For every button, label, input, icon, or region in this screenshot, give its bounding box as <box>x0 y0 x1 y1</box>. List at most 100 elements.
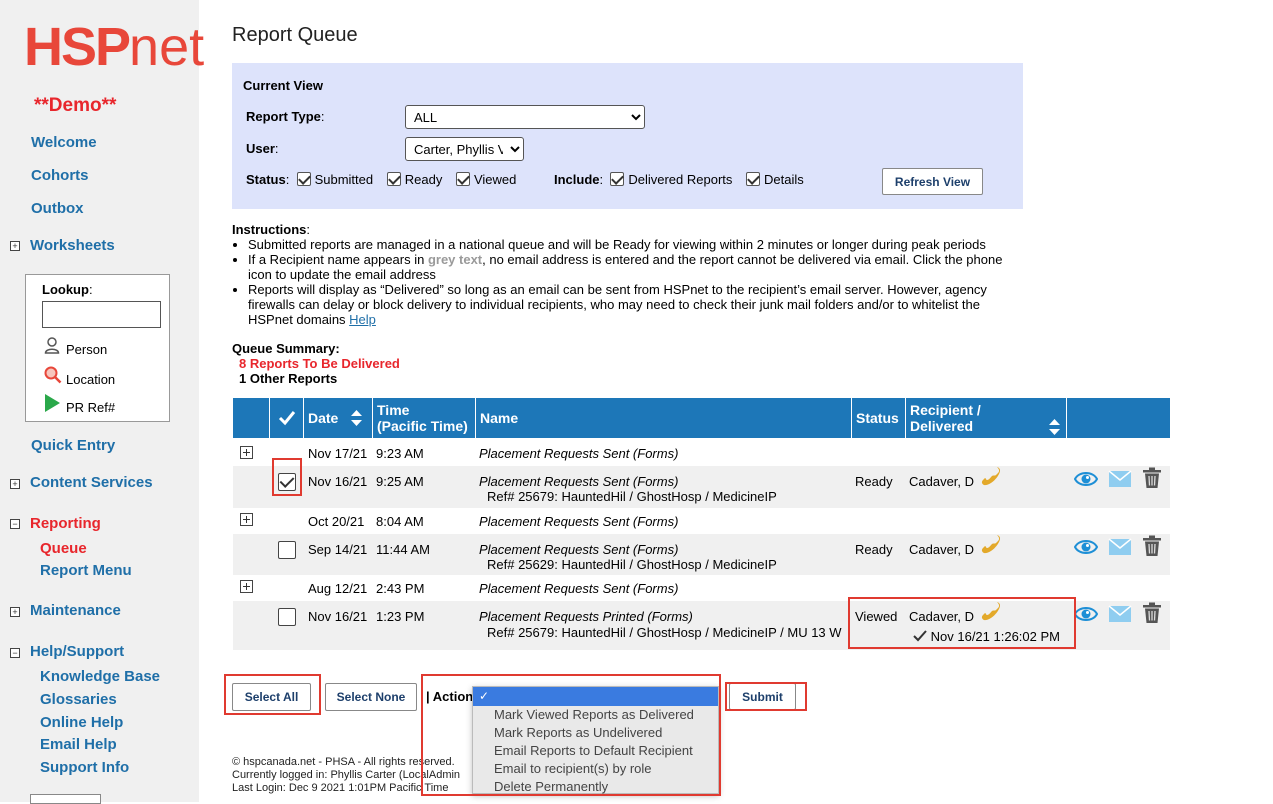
status-filter-row: Status: Submitted Ready Viewed Include: … <box>246 172 804 187</box>
row-date: Nov 17/21 <box>308 446 368 461</box>
status-viewed[interactable]: Viewed <box>455 172 517 187</box>
header-delivered-label: Delivered <box>910 418 974 434</box>
status-viewed-label: Viewed <box>473 172 517 187</box>
nav-outbox[interactable]: Outbox <box>31 200 84 217</box>
select-all-button[interactable]: Select All <box>232 683 311 711</box>
row-time: 9:25 AM <box>376 474 424 489</box>
lookup-person-label: Person <box>66 342 108 357</box>
include-delivered-checkbox[interactable] <box>610 172 625 186</box>
row-recipient: Cadaver, D <box>909 542 975 557</box>
phone-icon[interactable] <box>981 601 1001 621</box>
table-row: Oct 20/21 8:04 AM Placement Requests Sen… <box>233 508 1170 534</box>
current-view-heading: Current View <box>243 78 323 93</box>
row-select-checkbox[interactable] <box>278 473 296 491</box>
collapse-reporting-icon[interactable]: − <box>10 519 20 529</box>
expand-row-icon[interactable] <box>240 513 253 526</box>
expand-worksheets-icon[interactable]: + <box>10 241 20 251</box>
email-icon[interactable] <box>1108 603 1132 625</box>
help-link[interactable]: Help <box>349 312 376 327</box>
row-status: Ready <box>855 474 893 489</box>
table-row: Nov 16/21 1:23 PM Placement Requests Pri… <box>233 601 1170 650</box>
option-email-default-recipient[interactable]: Email Reports to Default Recipient <box>494 743 693 758</box>
include-details-checkbox[interactable] <box>746 172 761 186</box>
trash-icon[interactable] <box>1140 602 1164 624</box>
nav-knowledge-base[interactable]: Knowledge Base <box>40 668 160 685</box>
include-delivered[interactable]: Delivered Reports <box>610 172 732 187</box>
option-mark-viewed-delivered[interactable]: Mark Viewed Reports as Delivered <box>494 707 694 722</box>
lookup-person[interactable]: Person <box>44 337 107 357</box>
submit-button[interactable]: Submit <box>729 683 796 710</box>
expand-row-icon[interactable] <box>240 446 253 459</box>
option-email-by-role[interactable]: Email to recipient(s) by role <box>494 761 652 776</box>
email-icon[interactable] <box>1108 468 1132 490</box>
nav-queue[interactable]: Queue <box>40 540 87 557</box>
nav-help-support[interactable]: Help/Support <box>30 643 124 660</box>
location-search-icon <box>44 366 66 387</box>
option-mark-undelivered[interactable]: Mark Reports as Undelivered <box>494 725 662 740</box>
footer-logged-in: Currently logged in: Phyllis Carter (Loc… <box>232 769 461 781</box>
phone-icon[interactable] <box>981 466 1001 486</box>
eye-icon[interactable] <box>1074 536 1098 558</box>
row-name: Placement Requests Sent (Forms) <box>479 542 679 557</box>
eye-icon[interactable] <box>1074 468 1098 490</box>
row-select-checkbox[interactable] <box>278 608 296 626</box>
refresh-view-button[interactable]: Refresh View <box>882 168 983 195</box>
option-delete-permanently[interactable]: Delete Permanently <box>494 779 608 794</box>
header-expand-col <box>233 398 269 438</box>
nav-reporting[interactable]: Reporting <box>30 515 101 532</box>
expand-row-icon[interactable] <box>240 580 253 593</box>
nav-report-menu[interactable]: Report Menu <box>40 562 132 579</box>
status-submitted-label: Submitted <box>314 172 374 187</box>
report-type-label: Report Type <box>246 109 321 124</box>
nav-cohorts[interactable]: Cohorts <box>31 167 89 184</box>
action-dropdown-menu[interactable]: ✓ Mark Viewed Reports as Delivered Mark … <box>472 686 719 794</box>
nav-maintenance[interactable]: Maintenance <box>30 602 121 619</box>
nav-worksheets[interactable]: Worksheets <box>30 237 115 254</box>
row-date: Nov 16/21 <box>308 474 368 489</box>
row-time: 8:04 AM <box>376 514 424 529</box>
expand-content-services-icon[interactable]: + <box>10 479 20 489</box>
demo-label: **Demo** <box>34 95 117 116</box>
nav-glossaries[interactable]: Glossaries <box>40 691 117 708</box>
header-select-all-check[interactable] <box>269 398 303 438</box>
select-none-button[interactable]: Select None <box>325 683 417 711</box>
dropdown-selected-blank[interactable]: ✓ <box>473 687 718 706</box>
nav-welcome[interactable]: Welcome <box>31 134 97 151</box>
header-date[interactable]: Date <box>303 398 372 438</box>
collapse-help-support-icon[interactable]: − <box>10 648 20 658</box>
lookup-location[interactable]: Location <box>44 366 115 387</box>
report-type-select[interactable]: ALL <box>405 105 645 129</box>
lookup-input[interactable] <box>42 301 161 328</box>
row-time: 9:23 AM <box>376 446 424 461</box>
row-recipient: Cadaver, D <box>909 474 975 489</box>
nav-email-help[interactable]: Email Help <box>40 736 117 753</box>
status-submitted-checkbox[interactable] <box>296 172 311 186</box>
nav-online-help[interactable]: Online Help <box>40 714 123 731</box>
include-details[interactable]: Details <box>746 172 804 187</box>
instruction-item: Submitted reports are managed in a natio… <box>248 237 1022 252</box>
header-recipient[interactable]: Recipient / Delivered <box>905 398 1066 438</box>
email-icon[interactable] <box>1108 536 1132 558</box>
nav-quick-entry[interactable]: Quick Entry <box>31 437 115 454</box>
trash-icon[interactable] <box>1140 467 1164 489</box>
row-select-checkbox[interactable] <box>278 541 296 559</box>
status-ready-checkbox[interactable] <box>386 172 401 186</box>
header-name: Name <box>475 398 851 438</box>
eye-icon[interactable] <box>1074 603 1098 625</box>
nav-content-services[interactable]: Content Services <box>30 474 153 491</box>
phone-icon[interactable] <box>981 534 1001 554</box>
trash-icon[interactable] <box>1140 535 1164 557</box>
current-view-panel: Current View Report Type: ALL User: Cart… <box>232 63 1023 209</box>
lookup-pr-ref[interactable]: PR Ref# <box>44 394 115 415</box>
instruction-item: If a Recipient name appears in grey text… <box>248 252 1022 282</box>
hspnet-logo[interactable]: HSPnet <box>24 20 204 74</box>
table-row: Aug 12/21 2:43 PM Placement Requests Sen… <box>233 575 1170 601</box>
expand-maintenance-icon[interactable]: + <box>10 607 20 617</box>
nav-support-info[interactable]: Support Info <box>40 759 129 776</box>
status-submitted[interactable]: Submitted <box>296 172 374 187</box>
status-viewed-checkbox[interactable] <box>455 172 470 186</box>
status-ready[interactable]: Ready <box>386 172 442 187</box>
row-time: 11:44 AM <box>376 542 430 557</box>
checkmark-icon <box>913 630 927 642</box>
user-select[interactable]: Carter, Phyllis V <box>405 137 524 161</box>
